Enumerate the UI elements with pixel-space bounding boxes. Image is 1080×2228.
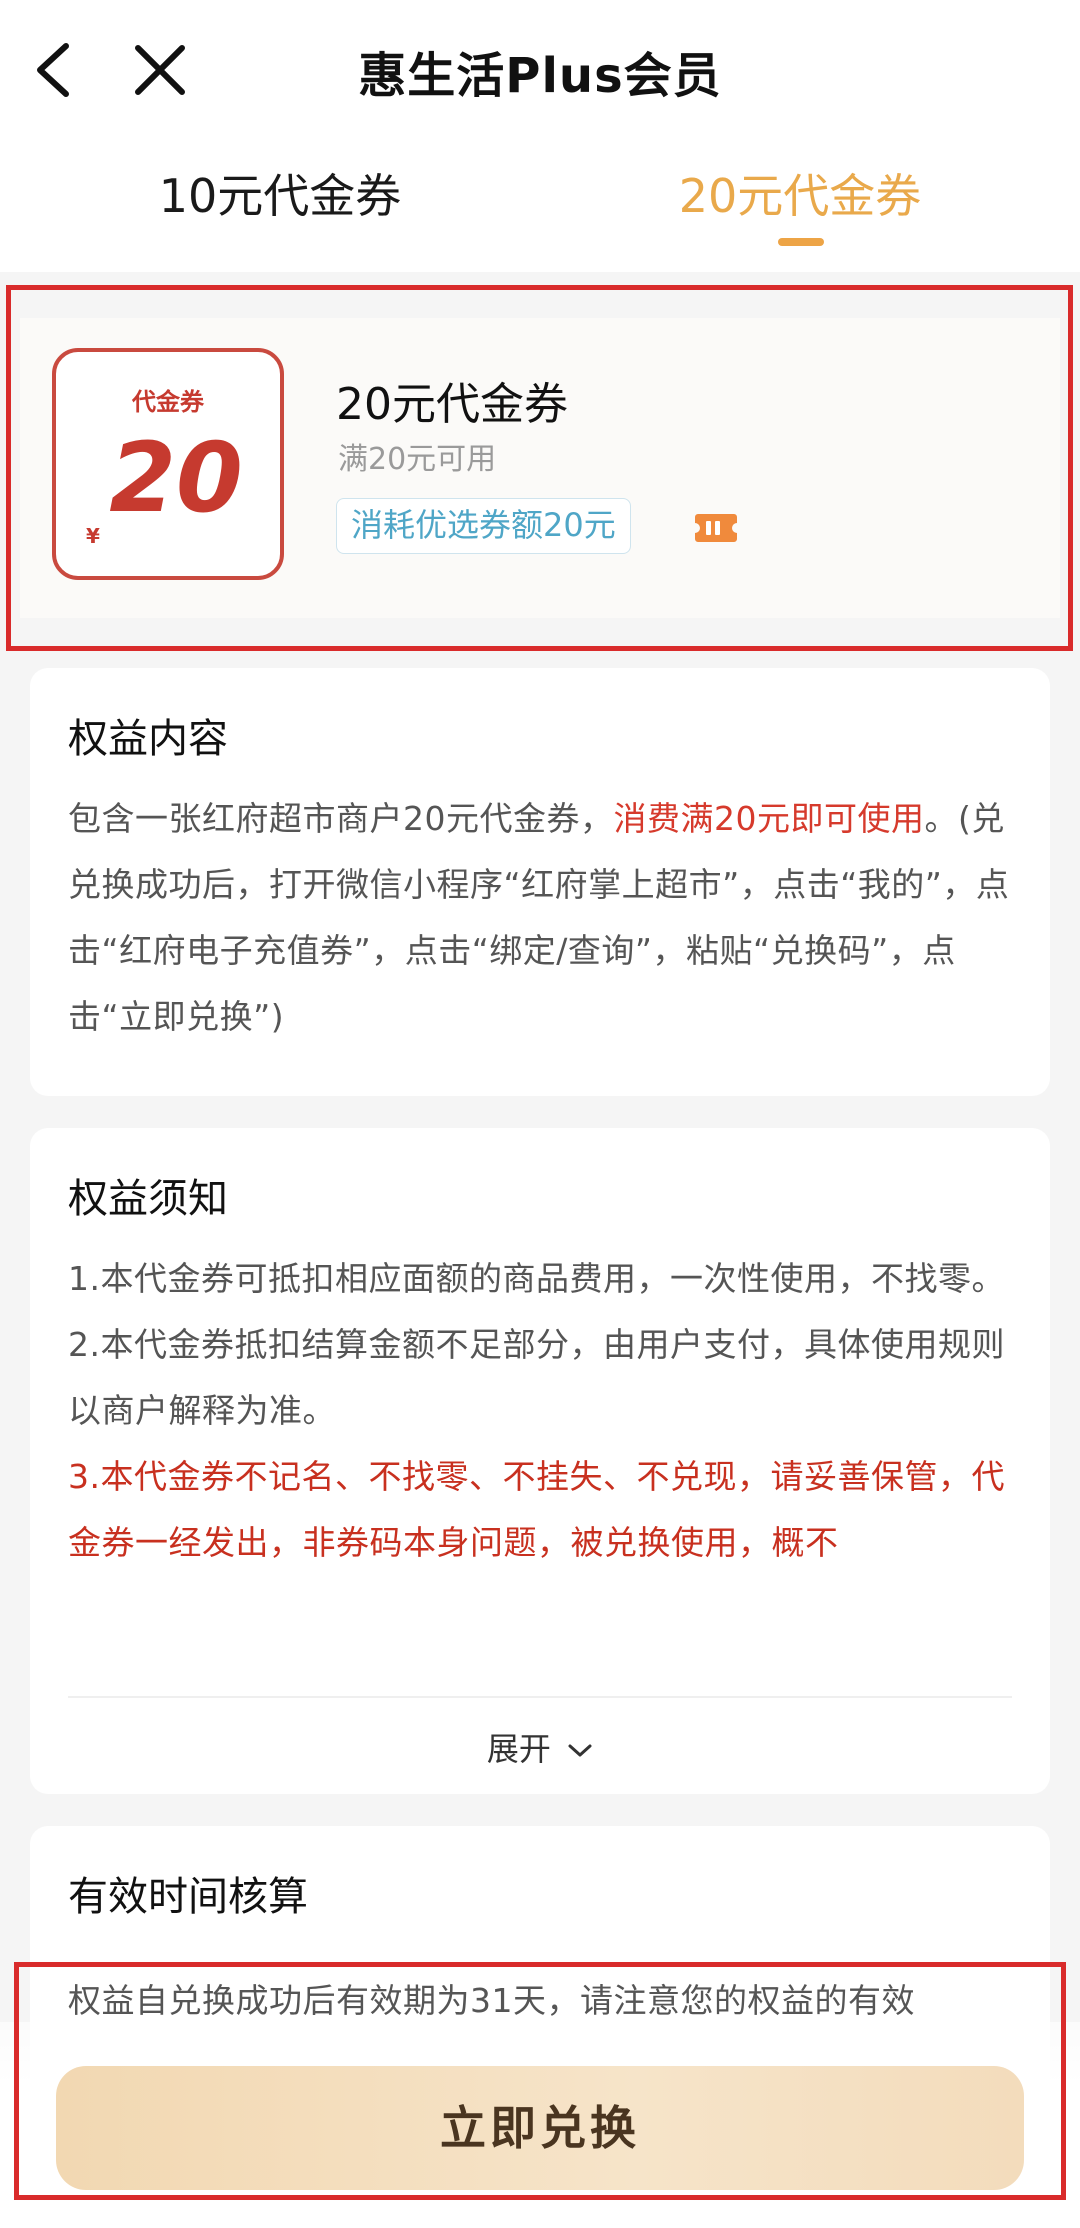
rights-content-section: 权益内容 包含一张红府超市商户20元代金券，消费满20元即可使用。(兑兑换成功后… [30, 668, 1050, 1096]
top-bar: 惠生活Plus会员 [0, 0, 1080, 150]
rights-notice-title: 权益须知 [68, 1176, 228, 1222]
rights-notice-section: 权益须知 1.本代金券可抵扣相应面额的商品费用，一次性使用，不找零。 2.本代金… [30, 1128, 1050, 1794]
rights-content-highlight: 消费满20元即可使用 [613, 799, 925, 838]
notice-item: 2.本代金券抵扣结算金额不足部分，由用户支付，具体使用规则以商户解释为准。 [68, 1325, 1005, 1430]
rights-notice-list: 1.本代金券可抵扣相应面额的商品费用，一次性使用，不找零。 2.本代金券抵扣结算… [68, 1246, 1028, 1576]
coupon-face-value: 20 [109, 422, 243, 534]
coupon-card: 代金券 ¥ 20 20元代金券 满20元可用 消耗优选券额20元 [20, 318, 1060, 618]
active-tab-indicator [778, 238, 824, 246]
coupon-name: 20元代金券 [336, 379, 568, 430]
expand-button[interactable]: 展开 [30, 1724, 1050, 1770]
rights-content-text: 包含一张红府超市商户20元代金券，消费满20元即可使用。(兑兑换成功后，打开微信… [68, 786, 1028, 1050]
notice-item: 3.本代金券不记名、不找零、不挂失、不兑现，请妥善保管，代金券一经发出，非券码本… [68, 1457, 1005, 1562]
coupon-tabs: 10元代金券 20元代金券 [0, 150, 1080, 272]
coupon-face: 代金券 ¥ 20 [52, 348, 284, 580]
chevron-down-icon [568, 1744, 592, 1757]
tab-20-yuan-coupon[interactable]: 20元代金券 [530, 166, 1070, 226]
validity-title: 有效时间核算 [68, 1874, 308, 1920]
page: 惠生活Plus会员 10元代金券 20元代金券 代金券 ¥ 20 20元代金券 … [0, 0, 1080, 2228]
coupon-consumption-tag: 消耗优选券额20元 [336, 498, 631, 554]
ticket-icon [695, 514, 737, 542]
notice-item: 1.本代金券可抵扣相应面额的商品费用，一次性使用，不找零。 [68, 1259, 1005, 1298]
coupon-condition: 满20元可用 [338, 442, 497, 477]
rights-content-title: 权益内容 [68, 716, 228, 762]
expand-label: 展开 [486, 1730, 551, 1768]
coupon-face-label: 代金券 [132, 388, 204, 416]
tab-10-yuan-coupon[interactable]: 10元代金券 [10, 166, 550, 226]
redeem-now-button[interactable]: 立即兑换 [56, 2066, 1024, 2190]
rights-content-text-part1: 包含一张红府超市商户20元代金券， [68, 799, 614, 838]
section-divider [68, 1696, 1012, 1698]
page-title: 惠生活Plus会员 [358, 48, 722, 104]
